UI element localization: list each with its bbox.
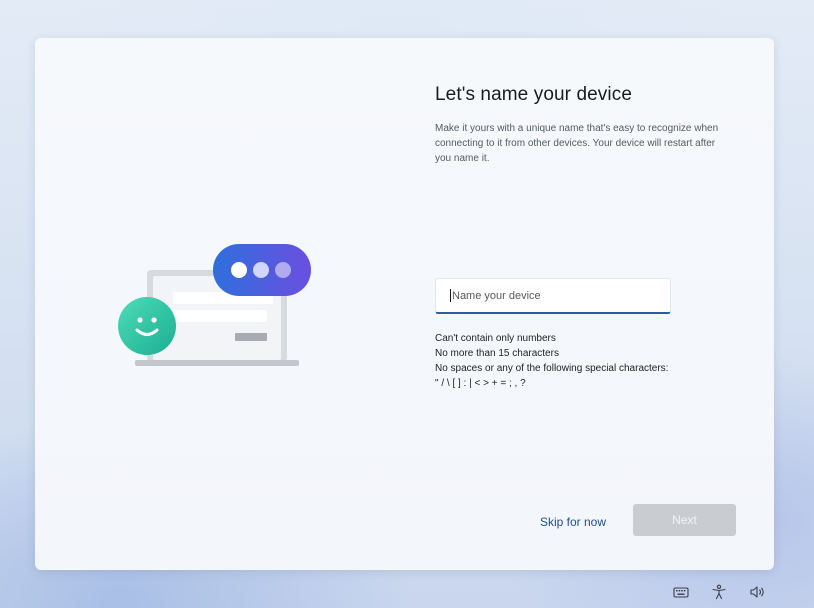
- rule-item: Can't contain only numbers: [435, 333, 556, 344]
- rule-item: No spaces or any of the following specia…: [435, 363, 669, 374]
- accessibility-icon[interactable]: [711, 584, 727, 600]
- setup-card: Let's name your device Make it yours wit…: [35, 38, 774, 570]
- volume-icon[interactable]: [749, 584, 767, 600]
- device-name-input[interactable]: [435, 278, 671, 314]
- next-button[interactable]: Next: [633, 504, 736, 536]
- device-illustration: [118, 244, 311, 366]
- skip-for-now-button[interactable]: Skip for now: [528, 511, 618, 533]
- keyboard-icon[interactable]: [673, 584, 689, 600]
- page-description: Make it yours with a unique name that's …: [435, 123, 719, 164]
- rule-item: " / \ [ ] : | < > + = ; , ?: [435, 378, 526, 389]
- page-title: Let's name your device: [435, 84, 632, 105]
- text-caret: [450, 289, 451, 302]
- rule-item: No more than 15 characters: [435, 348, 559, 359]
- naming-rules: Can't contain only numbers No more than …: [435, 331, 735, 391]
